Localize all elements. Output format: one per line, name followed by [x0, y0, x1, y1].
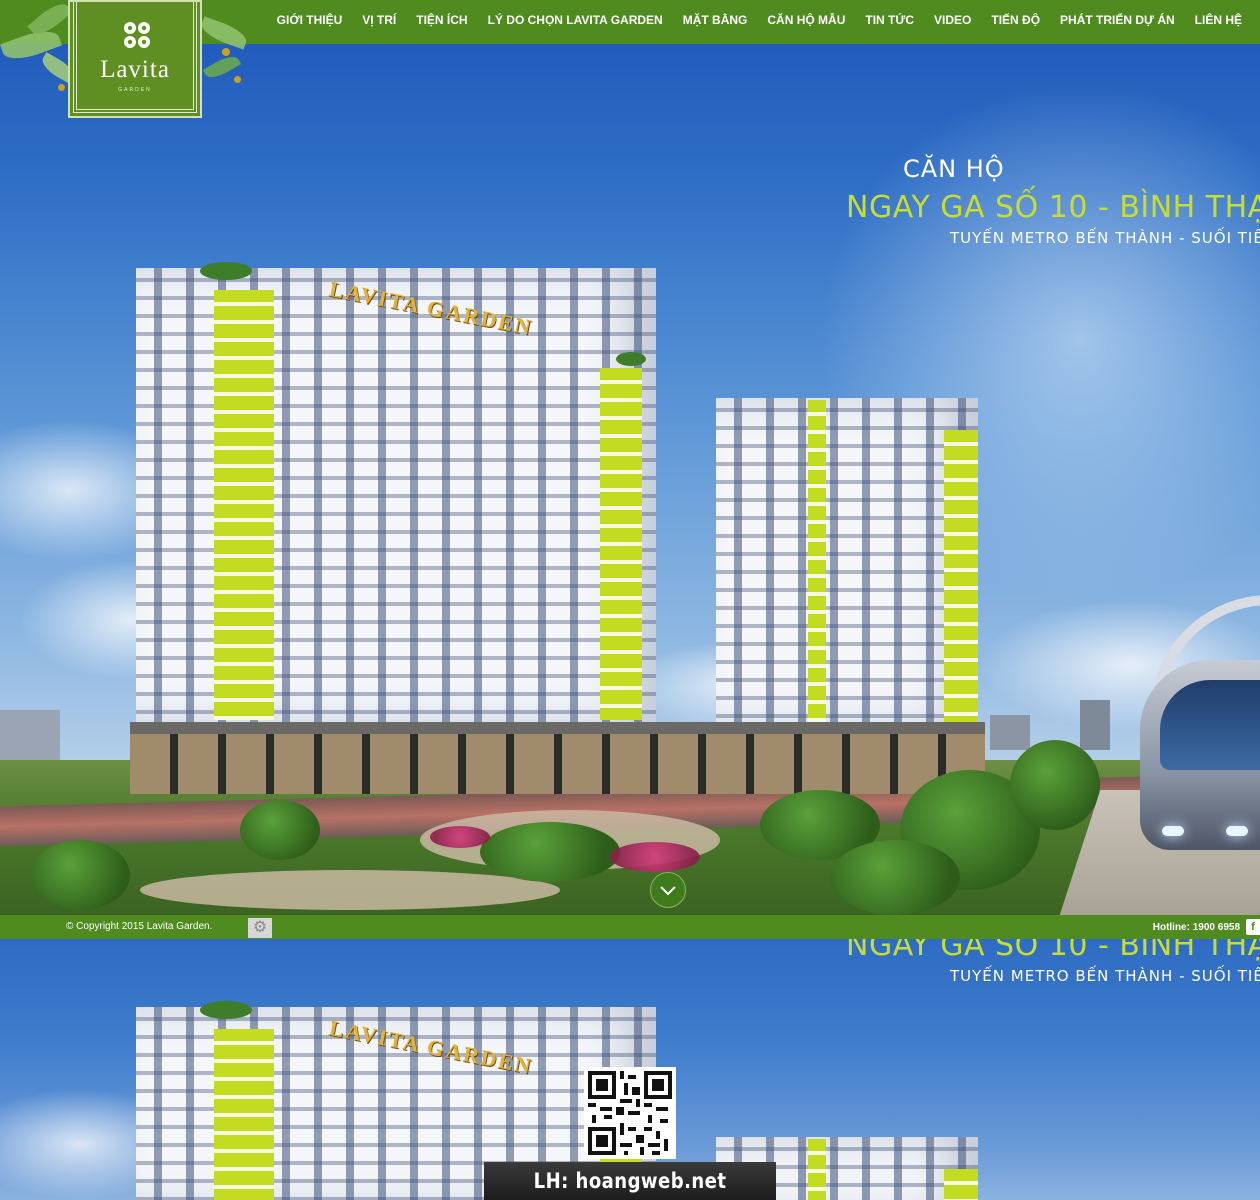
building-accent-strip: [214, 1029, 274, 1200]
hotline-text[interactable]: Hotline: 1900 6958: [1153, 922, 1240, 933]
qr-code-pattern: [584, 1067, 676, 1159]
metro-train-window: [1160, 680, 1260, 770]
main-menu: GIỚI THIỆU VỊ TRÍ TIỆN ÍCH LÝ DO CHỌN LA…: [267, 0, 1252, 40]
building-accent-strip: [808, 1139, 826, 1200]
contact-text: LH: hoangweb.net: [533, 1169, 727, 1193]
qr-code-icon[interactable]: [584, 1067, 676, 1159]
settings-widget[interactable]: ⚙: [248, 918, 272, 938]
retail-podium: [130, 734, 985, 794]
nav-item-tien-ich[interactable]: TIỆN ÍCH: [406, 13, 477, 27]
headlight: [1162, 826, 1184, 836]
copyright-text: © Copyright 2015 Lavita Garden.: [66, 921, 213, 932]
tree: [30, 840, 130, 910]
hero-heading: CĂN HỘ: [903, 155, 1005, 183]
headlight: [1226, 826, 1248, 836]
nav-item-can-ho-mau[interactable]: CĂN HỘ MẪU: [757, 13, 855, 27]
berry-decoration: [58, 84, 65, 91]
hero-tagline: TUYẾN METRO BẾN THÀNH - SUỐI TIÊN: [950, 229, 1260, 247]
chevron-down-icon: [660, 886, 676, 896]
facebook-icon[interactable]: f: [1246, 919, 1260, 935]
flower-bed: [430, 826, 490, 848]
podium-roof: [130, 722, 985, 734]
contact-banner[interactable]: LH: hoangweb.net: [484, 1162, 776, 1200]
hero-tagline: TUYẾN METRO BẾN THÀNH - SUỐI TIÊN: [950, 967, 1260, 985]
rooftop-garden: [200, 262, 252, 280]
tree: [480, 822, 620, 882]
flower-bed: [610, 842, 700, 872]
background-building: [990, 715, 1030, 750]
nav-item-lien-he[interactable]: LIÊN HỆ: [1185, 13, 1252, 27]
nav-item-vi-tri[interactable]: VỊ TRÍ: [352, 13, 406, 27]
logo-mark-icon: [124, 22, 150, 48]
building-accent-strip: [944, 1169, 978, 1200]
hero-subheading: NGAY GA SỐ 10 - BÌNH THẠ: [846, 939, 1260, 963]
walkway: [140, 870, 560, 910]
nav-item-mat-bang[interactable]: MẶT BẰNG: [673, 13, 758, 27]
logo-name: Lavita: [100, 56, 170, 83]
site-logo[interactable]: Lavita GARDEN: [68, 0, 202, 118]
tree: [1010, 740, 1100, 830]
nav-item-video[interactable]: VIDEO: [924, 13, 981, 27]
hero-subheading: NGAY GA SỐ 10 - BÌNH THẠ: [846, 190, 1260, 225]
nav-item-phat-trien-du-an[interactable]: PHÁT TRIỂN DỰ ÁN: [1050, 13, 1185, 27]
building-tower-right: [716, 398, 978, 728]
building-accent-strip: [808, 400, 826, 725]
tree: [240, 800, 320, 860]
hero-banner: LAVITA GARDEN CĂN HỘ NGAY GA SỐ 10 - BÌN…: [0, 0, 1260, 915]
building-accent-strip: [214, 290, 274, 720]
nav-item-tien-do[interactable]: TIẾN ĐỘ: [981, 13, 1050, 27]
tree: [830, 840, 960, 915]
nav-item-ly-do-chon[interactable]: LÝ DO CHỌN LAVITA GARDEN: [478, 13, 673, 27]
rooftop-garden: [616, 352, 646, 366]
building-accent-strip: [600, 368, 642, 720]
background-building: [1080, 700, 1110, 750]
footer-bar: © Copyright 2015 Lavita Garden. ⚙ Hotlin…: [0, 915, 1260, 939]
nav-item-tin-tuc[interactable]: TIN TỨC: [855, 13, 924, 27]
berry-decoration: [222, 48, 230, 56]
building-accent-strip: [944, 430, 978, 725]
nav-item-gioi-thieu[interactable]: GIỚI THIỆU: [267, 13, 353, 27]
rooftop-garden: [200, 1001, 252, 1019]
logo-subtitle: GARDEN: [118, 87, 152, 93]
berry-decoration: [234, 76, 241, 83]
scroll-down-button[interactable]: [650, 872, 686, 908]
gear-icon: ⚙: [252, 919, 268, 936]
